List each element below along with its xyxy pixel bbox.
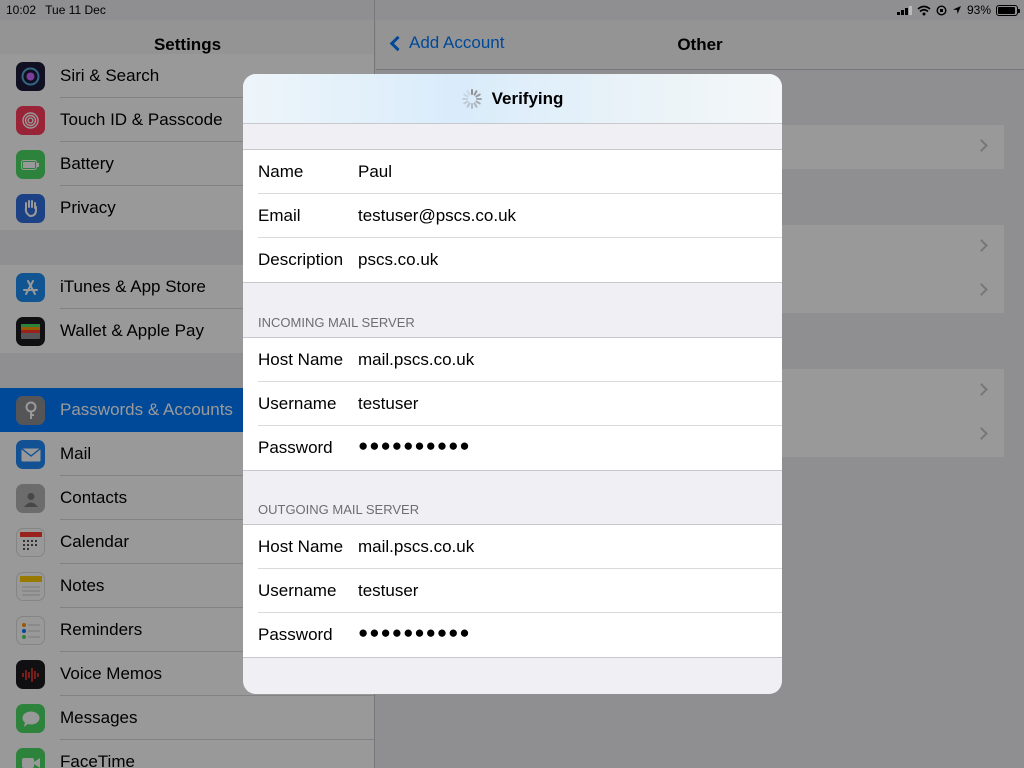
incoming-password-row[interactable]: Password ●●●●●●●●●● <box>243 426 782 470</box>
sheet-title: Verifying <box>491 88 564 108</box>
email-label: Email <box>258 206 301 225</box>
description-row[interactable]: Description pscs.co.uk <box>243 238 782 282</box>
status-date: Tue 11 Dec <box>45 3 106 17</box>
outgoing-username-field[interactable]: testuser <box>358 581 418 601</box>
password-label: Password <box>258 438 333 457</box>
name-label: Name <box>258 162 304 181</box>
email-field[interactable]: testuser@pscs.co.uk <box>358 206 516 226</box>
outgoing-username-row[interactable]: Username testuser <box>243 569 782 613</box>
status-bar: 10:02 Tue 11 Dec 93% <box>0 0 1024 20</box>
email-row[interactable]: Email testuser@pscs.co.uk <box>243 194 782 238</box>
outgoing-server-group: Host Name mail.pscs.co.uk Username testu… <box>243 524 782 658</box>
account-group: Name Paul Email testuser@pscs.co.uk Desc… <box>243 149 782 283</box>
host-name-label: Host Name <box>258 537 344 556</box>
incoming-host-field[interactable]: mail.pscs.co.uk <box>358 350 474 370</box>
battery-percent: 93% <box>966 3 991 17</box>
outgoing-password-field[interactable]: ●●●●●●●●●● <box>358 623 471 643</box>
verifying-sheet: Verifying Name Paul Email testuser@pscs.… <box>243 74 782 694</box>
sheet-nav-bar: Verifying <box>243 74 782 124</box>
incoming-server-header: INCOMING MAIL SERVER <box>258 315 415 330</box>
incoming-host-row[interactable]: Host Name mail.pscs.co.uk <box>243 338 782 382</box>
outgoing-password-row[interactable]: Password ●●●●●●●●●● <box>243 613 782 657</box>
description-label: Description <box>258 250 344 269</box>
activity-spinner-icon <box>461 88 482 109</box>
username-label: Username <box>258 394 337 413</box>
incoming-username-row[interactable]: Username testuser <box>243 382 782 426</box>
status-time: 10:02 <box>6 3 37 17</box>
username-label: Username <box>258 581 337 600</box>
incoming-username-field[interactable]: testuser <box>358 394 418 414</box>
name-row[interactable]: Name Paul <box>243 150 782 194</box>
orientation-lock-icon <box>936 4 947 16</box>
wifi-icon <box>917 5 931 15</box>
outgoing-server-header: OUTGOING MAIL SERVER <box>258 502 420 517</box>
outgoing-host-field[interactable]: mail.pscs.co.uk <box>358 537 474 557</box>
host-name-label: Host Name <box>258 350 344 369</box>
battery-icon <box>996 4 1020 16</box>
description-field[interactable]: pscs.co.uk <box>358 250 438 270</box>
cellular-signal-icon <box>896 5 912 15</box>
location-icon <box>952 6 961 14</box>
password-label: Password <box>258 625 333 644</box>
name-field[interactable]: Paul <box>358 162 392 182</box>
incoming-password-field[interactable]: ●●●●●●●●●● <box>358 436 471 456</box>
incoming-server-group: Host Name mail.pscs.co.uk Username testu… <box>243 337 782 471</box>
outgoing-host-row[interactable]: Host Name mail.pscs.co.uk <box>243 525 782 569</box>
